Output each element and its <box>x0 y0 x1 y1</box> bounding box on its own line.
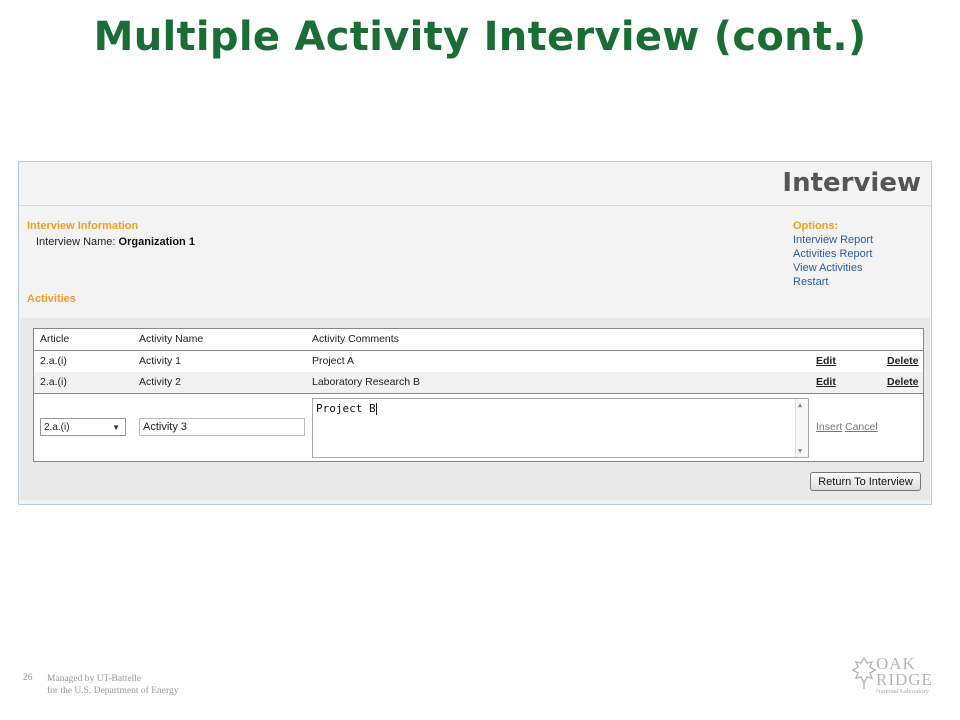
app-title: Interview <box>782 168 921 198</box>
edit-link[interactable]: Edit <box>816 376 836 388</box>
interview-app-panel: Interview Interview Information Intervie… <box>18 161 932 505</box>
restart-link[interactable]: Restart <box>793 275 873 289</box>
activities-table: Article Activity Name Activity Comments … <box>33 328 924 462</box>
table-row: 2.a.(i) Activity 1 Project A Edit Delete <box>34 351 923 372</box>
logo-text-national-laboratory: National Laboratory <box>876 688 929 695</box>
activity-name-input[interactable]: Activity 3 <box>139 418 305 436</box>
footer-text: Managed by UT-Battelle for the U.S. Depa… <box>47 673 178 697</box>
column-header-activity-comments: Activity Comments <box>312 333 399 345</box>
footer-line-1: Managed by UT-Battelle <box>47 674 142 684</box>
text-cursor <box>375 403 377 415</box>
activity-comment-text: Project B <box>316 402 376 415</box>
new-activity-row: 2.a.(i) ▼ Activity 3 Project B ▲ ▼ Inser… <box>34 395 923 461</box>
activities-report-link[interactable]: Activities Report <box>793 247 873 261</box>
footer-line-2: for the U.S. Department of Energy <box>47 686 179 696</box>
cell-article: 2.a.(i) <box>40 355 67 367</box>
interview-name-label: Interview Name: <box>36 236 116 248</box>
oak-ridge-logo: OAK RIDGE National Laboratory <box>852 654 940 698</box>
activities-grid-area: Article Activity Name Activity Comments … <box>20 318 930 500</box>
cell-activity-comment: Project A <box>312 355 355 367</box>
cell-activity-name: Activity 2 <box>139 376 182 388</box>
scroll-up-icon[interactable]: ▲ <box>798 401 802 409</box>
table-row: 2.a.(i) Activity 2 Laboratory Research B… <box>34 372 923 394</box>
view-activities-link[interactable]: View Activities <box>793 261 873 275</box>
interview-name-line: Interview Name: Organization 1 <box>36 236 195 248</box>
delete-link[interactable]: Delete <box>887 376 919 388</box>
return-to-interview-button[interactable]: Return To Interview <box>810 472 921 491</box>
cancel-link[interactable]: Cancel <box>845 421 878 433</box>
delete-link[interactable]: Delete <box>887 355 919 367</box>
column-header-activity-name: Activity Name <box>139 333 204 345</box>
activities-heading: Activities <box>27 293 76 305</box>
activity-comment-textarea[interactable]: Project B ▲ ▼ <box>312 398 809 458</box>
article-select[interactable]: 2.a.(i) ▼ <box>40 418 126 436</box>
cell-article: 2.a.(i) <box>40 376 67 388</box>
edit-link[interactable]: Edit <box>816 355 836 367</box>
insert-link[interactable]: Insert <box>816 421 842 433</box>
column-header-article: Article <box>40 333 70 345</box>
app-header: Interview <box>19 162 931 206</box>
interview-name-value: Organization 1 <box>118 236 195 248</box>
page-number: 26 <box>23 673 33 683</box>
slide-title: Multiple Activity Interview (cont.) <box>93 14 867 60</box>
options-panel: Options: Interview Report Activities Rep… <box>793 220 873 289</box>
options-heading: Options: <box>793 220 839 232</box>
chevron-down-icon: ▼ <box>112 423 120 432</box>
interview-report-link[interactable]: Interview Report <box>793 233 873 247</box>
oak-leaf-logo-icon <box>852 656 876 689</box>
logo-text-ridge: RIDGE <box>876 670 933 689</box>
interview-information-heading: Interview Information <box>27 220 139 232</box>
cell-activity-comment: Laboratory Research B <box>312 376 420 388</box>
article-select-value: 2.a.(i) <box>44 422 70 433</box>
scroll-down-icon[interactable]: ▼ <box>798 447 802 455</box>
cell-activity-name: Activity 1 <box>139 355 182 367</box>
textarea-scrollbar[interactable]: ▲ ▼ <box>795 399 808 457</box>
table-header-row: Article Activity Name Activity Comments <box>34 329 923 351</box>
